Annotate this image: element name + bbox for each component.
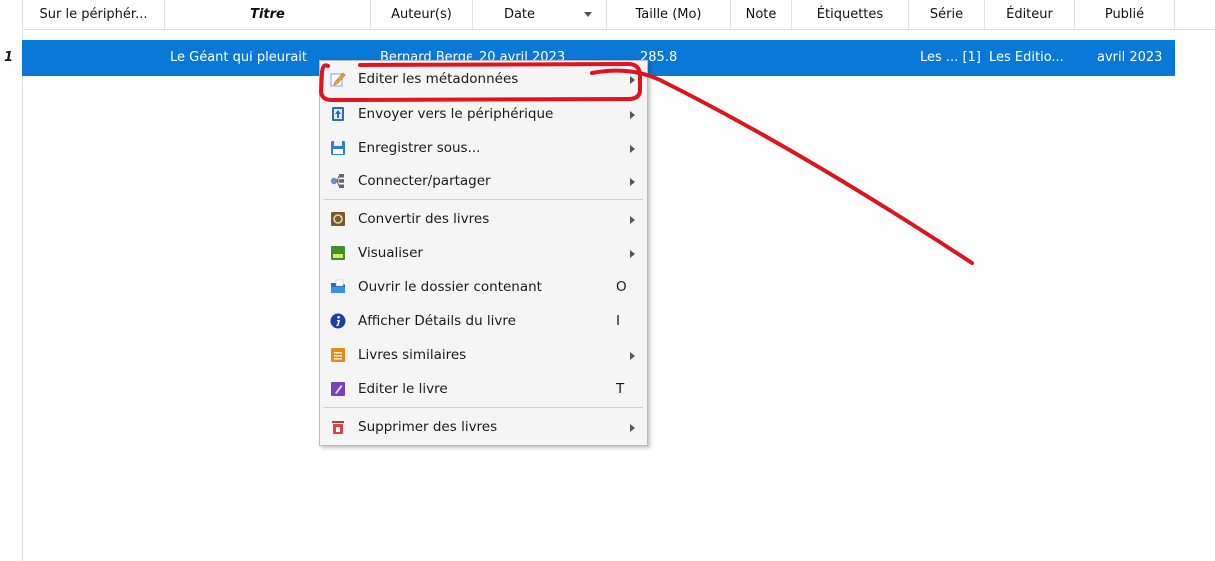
save-icon: [331, 141, 345, 155]
column-header-rating[interactable]: Note: [731, 0, 792, 29]
menu-item-shortcut: O: [616, 279, 627, 295]
menu-item-label: Supprimer des livres: [358, 419, 498, 435]
submenu-arrow-icon: [630, 145, 635, 153]
edit-book-icon: [331, 382, 345, 396]
submenu-arrow-icon: [630, 424, 635, 432]
menu-item-open-folder[interactable]: Ouvrir le dossier contenant O: [320, 271, 647, 304]
menu-item-save-as[interactable]: Enregistrer sous...: [320, 132, 647, 165]
menu-item-label: Connecter/partager: [358, 173, 491, 189]
menu-item-edit-metadata[interactable]: Editer les métadonnées: [320, 63, 647, 96]
view-icon: [331, 246, 345, 260]
submenu-arrow-icon: [630, 111, 635, 119]
cell-publisher[interactable]: Les Editio...: [989, 40, 1073, 76]
menu-item-delete-books[interactable]: Supprimer des livres: [320, 411, 647, 444]
column-header-on-device[interactable]: Sur le périphér...: [22, 0, 165, 29]
menu-item-similar-books[interactable]: Livres similaires: [320, 339, 647, 372]
annotation-arrow-line: [590, 68, 974, 265]
convert-icon: [331, 212, 345, 226]
column-header-size[interactable]: Taille (Mo): [607, 0, 731, 29]
menu-item-label: Ouvrir le dossier contenant: [358, 279, 542, 295]
similar-books-icon: [331, 348, 345, 362]
menu-item-connect-share[interactable]: Connecter/partager: [320, 165, 647, 198]
column-header-date-label: Date: [503, 7, 536, 22]
cell-series[interactable]: Les ... [1]: [920, 40, 984, 76]
book-context-menu: Editer les métadonnées Envoyer vers le p…: [319, 60, 648, 446]
menu-separator: [324, 199, 643, 200]
open-folder-icon: [331, 279, 345, 293]
menu-item-edit-book[interactable]: Editer le livre T: [320, 373, 647, 406]
menu-item-label: Envoyer vers le périphérique: [358, 106, 554, 122]
edit-metadata-icon: [330, 72, 346, 87]
column-header-tags[interactable]: Étiquettes: [792, 0, 909, 29]
submenu-arrow-icon: [630, 178, 635, 186]
menu-item-label: Editer les métadonnées: [358, 71, 519, 87]
menu-item-shortcut: I: [616, 313, 620, 329]
submenu-arrow-icon: [630, 250, 635, 258]
menu-item-view[interactable]: Visualiser: [320, 237, 647, 270]
sort-desc-icon: [584, 12, 592, 17]
menu-item-label: Enregistrer sous...: [358, 140, 481, 156]
delete-icon: [332, 421, 344, 434]
column-header-title[interactable]: Titre: [165, 0, 371, 29]
menu-item-book-details[interactable]: Afficher Détails du livre I: [320, 305, 647, 338]
column-header-series[interactable]: Série: [909, 0, 985, 29]
menu-separator: [324, 407, 643, 408]
submenu-arrow-icon: [630, 216, 635, 224]
menu-item-send-to-device[interactable]: Envoyer vers le périphérique: [320, 98, 647, 131]
menu-item-label: Editer le livre: [358, 381, 448, 397]
send-device-icon: [332, 107, 344, 121]
column-header-authors[interactable]: Auteur(s): [371, 0, 473, 29]
connect-share-icon: [330, 174, 344, 188]
row-number-column: [0, 29, 23, 561]
row-number: 1: [4, 50, 14, 65]
menu-item-convert-books[interactable]: Convertir des livres: [320, 203, 647, 236]
menu-item-label: Convertir des livres: [358, 211, 490, 227]
menu-item-label: Livres similaires: [358, 347, 467, 363]
column-header-publisher[interactable]: Éditeur: [985, 0, 1075, 29]
submenu-arrow-icon: [630, 76, 635, 84]
menu-item-label: Visualiser: [358, 245, 423, 261]
column-header-published[interactable]: Publié: [1075, 0, 1175, 29]
submenu-arrow-icon: [630, 352, 635, 360]
menu-item-shortcut: T: [616, 381, 625, 397]
info-icon: [330, 313, 346, 329]
menu-item-label: Afficher Détails du livre: [358, 313, 516, 329]
cell-size[interactable]: 285.8: [640, 40, 720, 76]
cell-published[interactable]: avril 2023: [1097, 40, 1173, 76]
